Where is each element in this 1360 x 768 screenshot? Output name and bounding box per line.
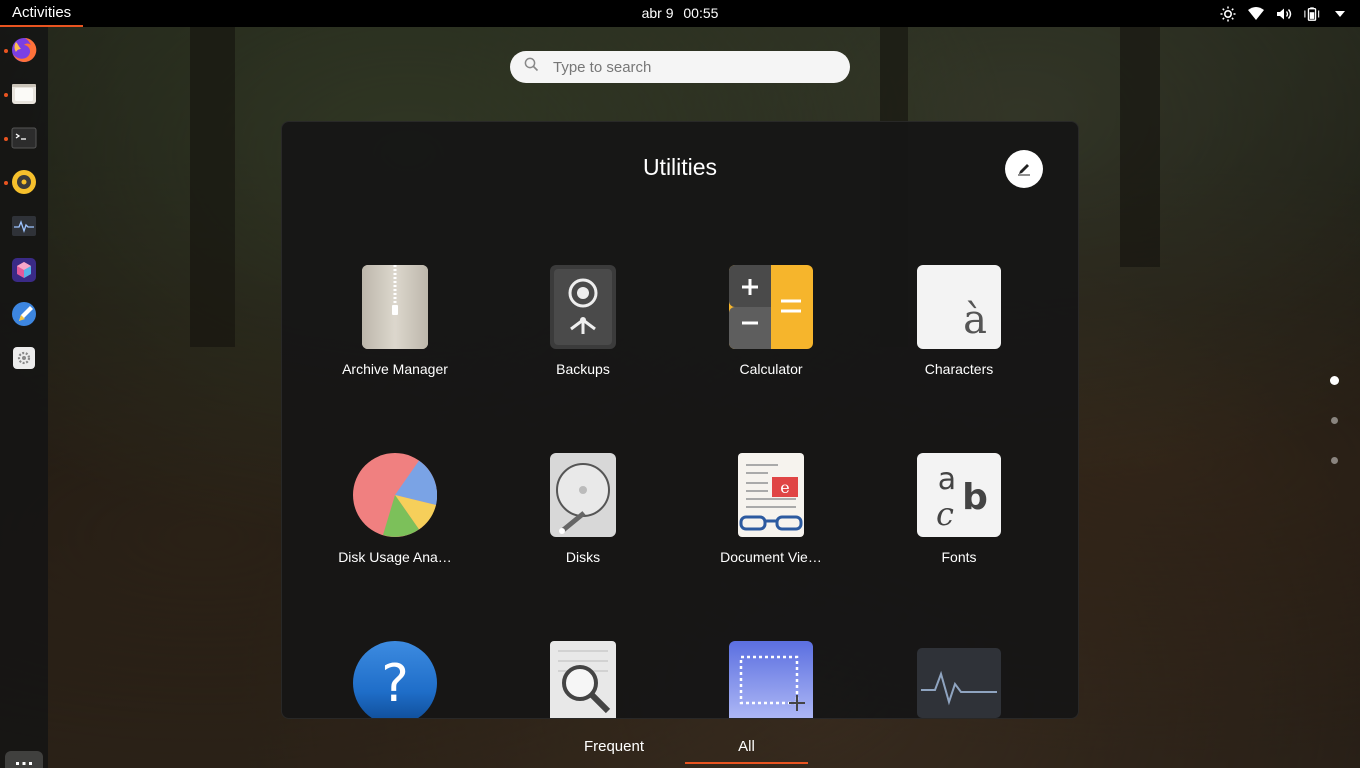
settings-icon <box>13 347 35 369</box>
search-bar[interactable] <box>510 51 850 83</box>
dock-item-firefox[interactable] <box>10 36 38 64</box>
help-icon: ? <box>353 641 437 718</box>
dock-item-system-monitor[interactable] <box>10 212 38 240</box>
svg-text:?: ? <box>381 654 409 714</box>
volume-icon <box>1276 6 1292 22</box>
screenshot-icon <box>729 641 813 718</box>
app-log-viewer[interactable] <box>508 641 658 718</box>
app-help[interactable]: ? <box>320 641 470 718</box>
activities-button[interactable]: Activities <box>0 0 84 27</box>
folder-grid-clip: ? <box>281 121 1079 718</box>
system-tray[interactable] <box>1220 0 1348 27</box>
brightness-icon <box>1220 6 1236 22</box>
tab-all[interactable]: All <box>685 738 808 764</box>
files-icon <box>12 84 36 104</box>
wifi-icon <box>1248 6 1264 22</box>
magnifier-icon <box>541 641 625 718</box>
show-applications-button[interactable] <box>5 751 43 768</box>
clock-date: abr 9 <box>641 5 674 21</box>
app-screenshot[interactable] <box>696 641 846 718</box>
dock-item-files[interactable] <box>10 80 38 108</box>
running-indicator <box>4 93 8 97</box>
firefox-icon <box>12 37 37 62</box>
chevron-down-icon <box>1332 6 1348 22</box>
page-indicator-3[interactable] <box>1331 457 1338 464</box>
search-input[interactable] <box>551 57 825 77</box>
clock[interactable]: abr 9 00:55 <box>639 5 722 21</box>
dock-item-app-center[interactable] <box>10 256 38 284</box>
terminal-icon <box>11 127 37 149</box>
page-indicator-1[interactable] <box>1330 376 1339 385</box>
running-indicator <box>4 137 8 141</box>
running-indicator <box>4 181 8 185</box>
wallpaper-tree <box>1120 27 1160 267</box>
wallpaper-tree <box>190 27 235 347</box>
system-monitor-icon <box>12 216 36 236</box>
battery-icon <box>1304 6 1320 22</box>
app-center-icon <box>12 258 36 282</box>
dock-item-settings[interactable] <box>10 344 38 372</box>
page-indicator-2[interactable] <box>1331 417 1338 424</box>
running-indicator <box>4 49 8 53</box>
app-system-monitor[interactable] <box>884 641 1034 718</box>
top-bar: Activities abr 9 00:55 <box>0 0 1360 27</box>
dock-item-terminal[interactable] <box>10 124 38 152</box>
clock-time: 00:55 <box>683 5 719 21</box>
text-editor-icon <box>12 302 36 326</box>
grid-icon <box>16 762 32 765</box>
dock-item-text-editor[interactable] <box>10 300 38 328</box>
dock <box>0 27 48 768</box>
search-icon <box>524 57 539 77</box>
tab-frequent[interactable]: Frequent <box>564 738 664 762</box>
system-monitor-icon <box>917 641 1001 718</box>
